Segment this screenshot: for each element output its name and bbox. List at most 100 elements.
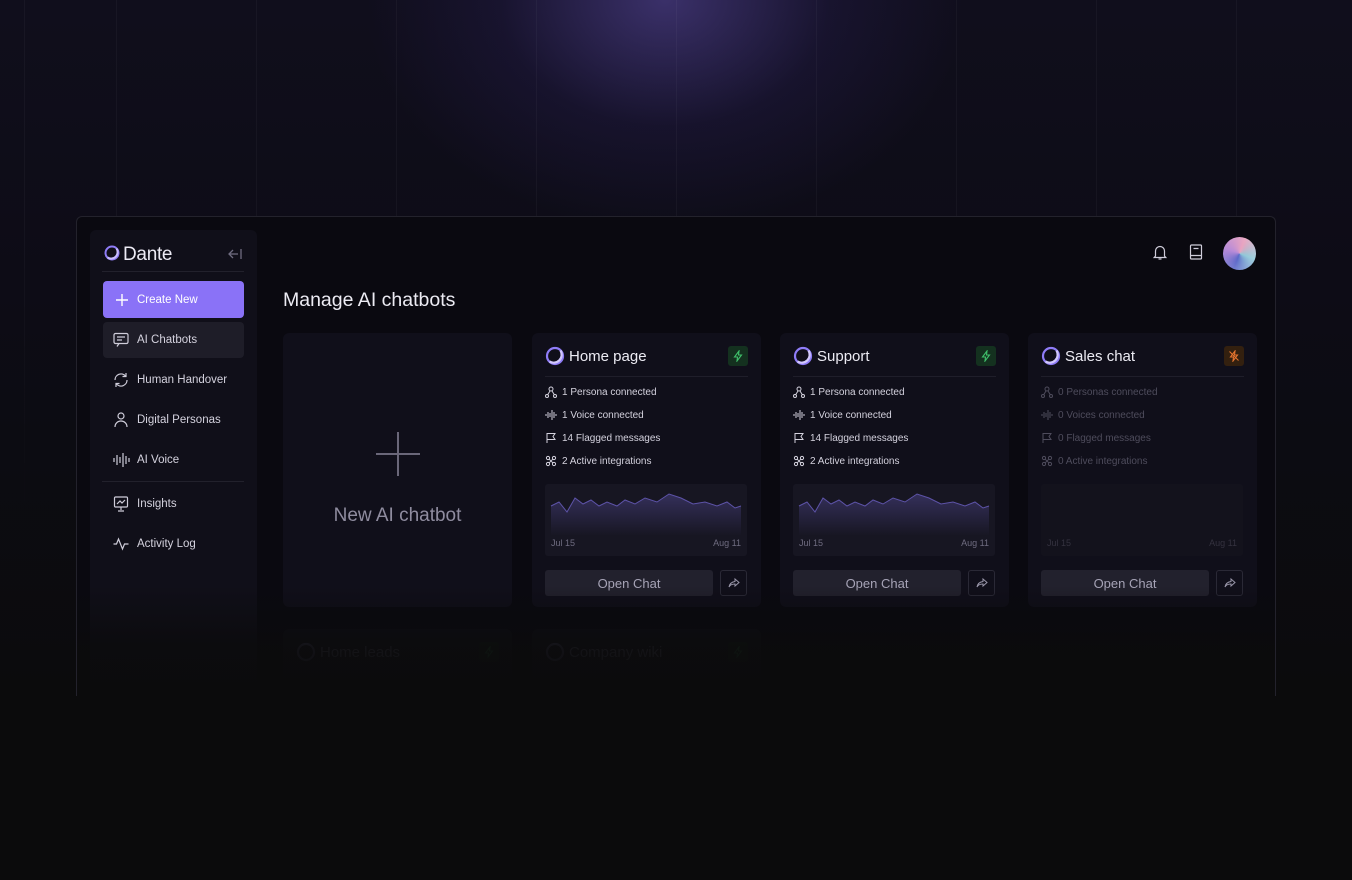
sidebar-item-human-handover[interactable]: Human Handover [103,362,244,398]
sidebar: Dante Create New AI Chatbots Human Hando… [90,230,257,696]
stat-text: 2 Active integrations [810,455,900,467]
activity-sparkline: Jul 15 Aug 11 [793,484,995,556]
collapse-sidebar-icon[interactable] [226,245,244,263]
stat-text: 0 Voices connected [1058,409,1145,421]
lightning-off-icon [1229,350,1239,362]
chatbot-logo-icon [545,346,565,366]
activity-sparkline: Jul 15 Aug 11 [1041,484,1243,556]
sidebar-item-ai-chatbots[interactable]: AI Chatbots [103,322,244,358]
stat-text: 1 Voice connected [562,409,644,421]
share-icon [1224,577,1236,588]
chatbot-name: Sales chat [1065,347,1136,365]
status-badge [728,346,748,366]
lightning-icon [484,646,494,658]
sidebar-item-ai-voice[interactable]: AI Voice [103,442,244,478]
stat-text: 0 Personas connected [1058,386,1158,398]
chatbot-card: Sales chat 0 Personas connected 0 Voices… [1028,333,1257,607]
create-new-label: Create New [137,293,198,306]
integrations-icon [1041,455,1053,467]
activity-icon [113,537,129,551]
stat-text: 14 Flagged messages [810,432,909,444]
chart-start-label: Jul 15 [551,538,576,548]
plus-icon [116,293,128,306]
integrations-icon [545,455,557,467]
card-header: Company wiki [545,642,662,662]
open-chat-button[interactable]: Open Chat [545,570,713,596]
persona-network-icon [793,386,805,398]
sidebar-divider [102,481,244,482]
create-new-button[interactable]: Create New [103,281,244,318]
dante-logo-icon [104,245,120,266]
flag-icon [546,433,556,443]
status-badge [479,642,499,662]
chatbot-name: Home leads [320,643,401,661]
sidebar-item-insights[interactable]: Insights [103,486,244,522]
chatbot-card: Home page 1 Persona connected 1 Voice co… [532,333,761,607]
open-chat-button[interactable]: Open Chat [793,570,961,596]
share-icon [728,577,740,588]
card-header: Support [793,346,870,366]
stat-text: 14 Flagged messages [562,432,661,444]
sidebar-item-digital-personas[interactable]: Digital Personas [103,402,244,438]
chart-start-label: Jul 15 [1047,538,1072,548]
card-header: Home page [545,346,647,366]
chatbot-name: Company wiki [569,643,663,661]
sidebar-item-label: Digital Personas [137,414,221,426]
status-badge [1224,346,1244,366]
stat-voices: 0 Voices connected [1041,409,1145,421]
sidebar-item-label: AI Voice [137,454,180,466]
stat-text: 2 Active integrations [562,455,652,467]
flag-icon [794,433,804,443]
share-button[interactable] [968,570,995,596]
sidebar-item-label: Human Handover [137,374,228,386]
persona-icon [114,412,128,428]
voice-wave-icon [1041,410,1053,420]
lightning-icon [981,350,991,362]
chatbot-name: Home page [569,347,647,365]
voice-wave-icon [113,453,130,467]
chatbot-name: Support [817,347,870,365]
chart-start-label: Jul 15 [799,538,824,548]
chatbot-icon [113,332,129,347]
stat-integrations: 2 Active integrations [793,455,900,467]
chatbot-card: Company wiki [532,629,761,689]
flag-icon [1042,433,1052,443]
card-header: Sales chat [1041,346,1135,366]
share-button[interactable] [720,570,747,596]
stat-flagged: 14 Flagged messages [545,432,660,444]
sidebar-item-label: Insights [137,498,177,510]
status-badge [728,642,748,662]
chart-end-label: Aug 11 [713,538,741,548]
integrations-icon [793,455,805,467]
persona-network-icon [1041,386,1053,398]
stat-integrations: 2 Active integrations [545,455,652,467]
stat-text: 1 Persona connected [810,386,905,398]
bell-icon[interactable] [1151,243,1169,261]
voice-wave-icon [545,410,557,420]
chatbot-logo-icon [1041,346,1061,366]
sidebar-item-label: AI Chatbots [137,334,198,346]
book-icon[interactable] [1187,243,1205,261]
avatar[interactable] [1223,237,1256,270]
open-chat-button[interactable]: Open Chat [1041,570,1209,596]
stat-voices: 1 Voice connected [545,409,644,421]
status-badge [976,346,996,366]
persona-network-icon [545,386,557,398]
voice-wave-icon [793,410,805,420]
lightning-icon [733,350,743,362]
sidebar-item-activity-log[interactable]: Activity Log [103,526,244,562]
chatbot-card: Home leads [283,629,512,689]
share-button[interactable] [1216,570,1243,596]
stat-voices: 1 Voice connected [793,409,892,421]
stat-personas: 1 Persona connected [545,386,657,398]
page-title: Manage AI chatbots [283,289,456,311]
chart-end-label: Aug 11 [1209,538,1237,548]
activity-sparkline: Jul 15 Aug 11 [545,484,747,556]
stat-flagged: 14 Flagged messages [793,432,908,444]
chatbot-logo-icon [296,642,316,662]
share-icon [976,577,988,588]
new-chatbot-card[interactable]: New AI chatbot [283,333,512,607]
brand: Dante [104,244,173,266]
insights-icon [113,496,129,512]
plus-icon [376,432,420,476]
